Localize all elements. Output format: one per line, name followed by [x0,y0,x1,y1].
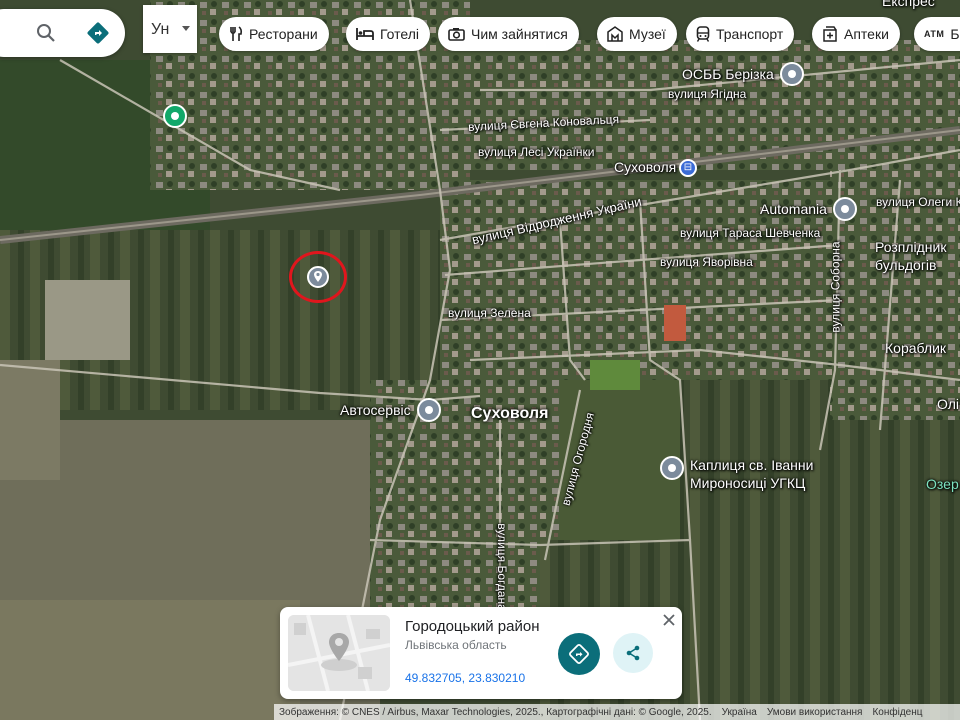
hotel-icon [356,28,374,40]
imagery-attribution: Зображення: © CNES / Airbus, Maxar Techn… [279,706,712,718]
poi-chapel[interactable]: Каплиця св. Іванни Мироносиці УГКЦ [660,456,813,492]
share-button[interactable] [613,633,653,673]
language-label: Ун [151,21,170,38]
street-label: вулиця Ягідна [668,87,747,101]
chip-atm[interactable]: ATM Ба [914,17,960,51]
place-label: Експрес [882,0,935,9]
poi-label: Автосервіс [340,402,411,418]
chip-museums[interactable]: Музеї [597,17,677,51]
place-pin-icon [832,197,857,221]
chevron-down-icon [182,26,190,31]
atm-icon: ATM [924,29,945,39]
poi-label: Каплиця св. Іванни Мироносиці УГКЦ [690,456,813,492]
share-icon [626,645,640,661]
camera-icon [448,28,465,41]
poi-label: Automania [760,201,827,217]
poi-rozplidnyk[interactable]: Розплідник бульдогів [875,238,946,274]
search-box[interactable] [0,9,125,57]
chip-pharmacies[interactable]: Аптеки [812,17,900,51]
privacy-link[interactable]: Конфіденц [867,707,927,718]
poi-avtoservis[interactable]: Автосервіс [340,398,441,422]
train-station-icon[interactable]: ⊟ [679,159,697,177]
map-placeholder-image [288,615,390,691]
poi-korablyk[interactable]: Кораблик [885,340,946,356]
poi-label-line: Розплідник [875,239,947,255]
chip-label: Ба [950,26,960,42]
poi-label-line: бульдогів [875,257,937,273]
chip-label: Музеї [629,26,666,42]
country-link[interactable]: Україна [717,707,762,718]
chip-restaurants[interactable]: Ресторани [219,17,329,51]
directions-icon [569,644,589,664]
poi-ozer[interactable]: Озер [926,476,959,492]
park-pin-icon [163,104,187,128]
attribution-footer: Зображення: © CNES / Airbus, Maxar Techn… [274,704,960,720]
chip-transit[interactable]: Транспорт [686,17,795,51]
place-subtitle: Львівська область [405,638,507,652]
poi-green-pin[interactable] [163,104,187,128]
place-pin-icon [416,398,441,422]
directions-button[interactable] [558,633,600,675]
street-label: вулиця Зелена [448,306,531,320]
coordinates-link[interactable]: 49.832705, 23.830210 [405,671,525,685]
chip-things-to-do[interactable]: Чим зайнятися [438,17,579,51]
chip-label: Транспорт [716,26,784,42]
poi-label: Кораблик [885,340,947,356]
search-icon[interactable] [36,23,56,43]
poi-label-line: Каплиця св. Іванни [690,457,814,473]
place-thumbnail[interactable] [288,615,390,691]
chip-label: Готелі [380,26,419,42]
poi-automania[interactable]: Automania [760,197,857,221]
street-label: вулиця Соборна [828,241,843,333]
street-label: вулиця Тараса Шевченка [680,226,821,240]
street-label: вулиця Яворівна [660,255,753,269]
poi-oli[interactable]: Олі [937,396,959,412]
poi-label-line: Мироносиці УГКЦ [690,475,806,491]
museum-icon [607,26,623,42]
pharmacy-icon [823,26,837,42]
poi-label: Розплідник бульдогів [875,238,946,274]
close-icon[interactable] [660,611,678,629]
street-label: вулиця Олеги К [876,195,960,209]
terms-link[interactable]: Умови використання [762,707,868,718]
chip-label: Ресторани [249,26,318,42]
dropped-pin-icon[interactable] [307,266,329,288]
restaurant-icon [230,26,243,41]
poi-label: Озер [926,476,959,492]
place-pin-icon [779,62,804,86]
transit-icon [696,26,710,42]
place-title: Городоцький район [405,618,540,635]
landmark-pin-icon [660,456,684,480]
chip-label: Аптеки [844,26,889,42]
chip-label: Чим зайнятися [471,26,568,42]
place-info-card[interactable]: Городоцький район Львівська область 49.8… [280,607,682,699]
poi-osbb[interactable]: ОСББ Берізка [682,62,804,86]
poi-label: Олі [937,396,960,412]
street-label: вулиця Богдана [494,523,509,611]
poi-label: ОСББ Берізка [682,66,774,82]
station-label: Суховоля [614,159,677,175]
town-label: Суховоля [471,405,549,422]
chip-hotels[interactable]: Готелі [346,17,430,51]
language-selector[interactable]: Ун [143,5,197,53]
street-label: вулиця Лесі Українки [478,145,595,159]
directions-icon[interactable] [86,21,110,45]
